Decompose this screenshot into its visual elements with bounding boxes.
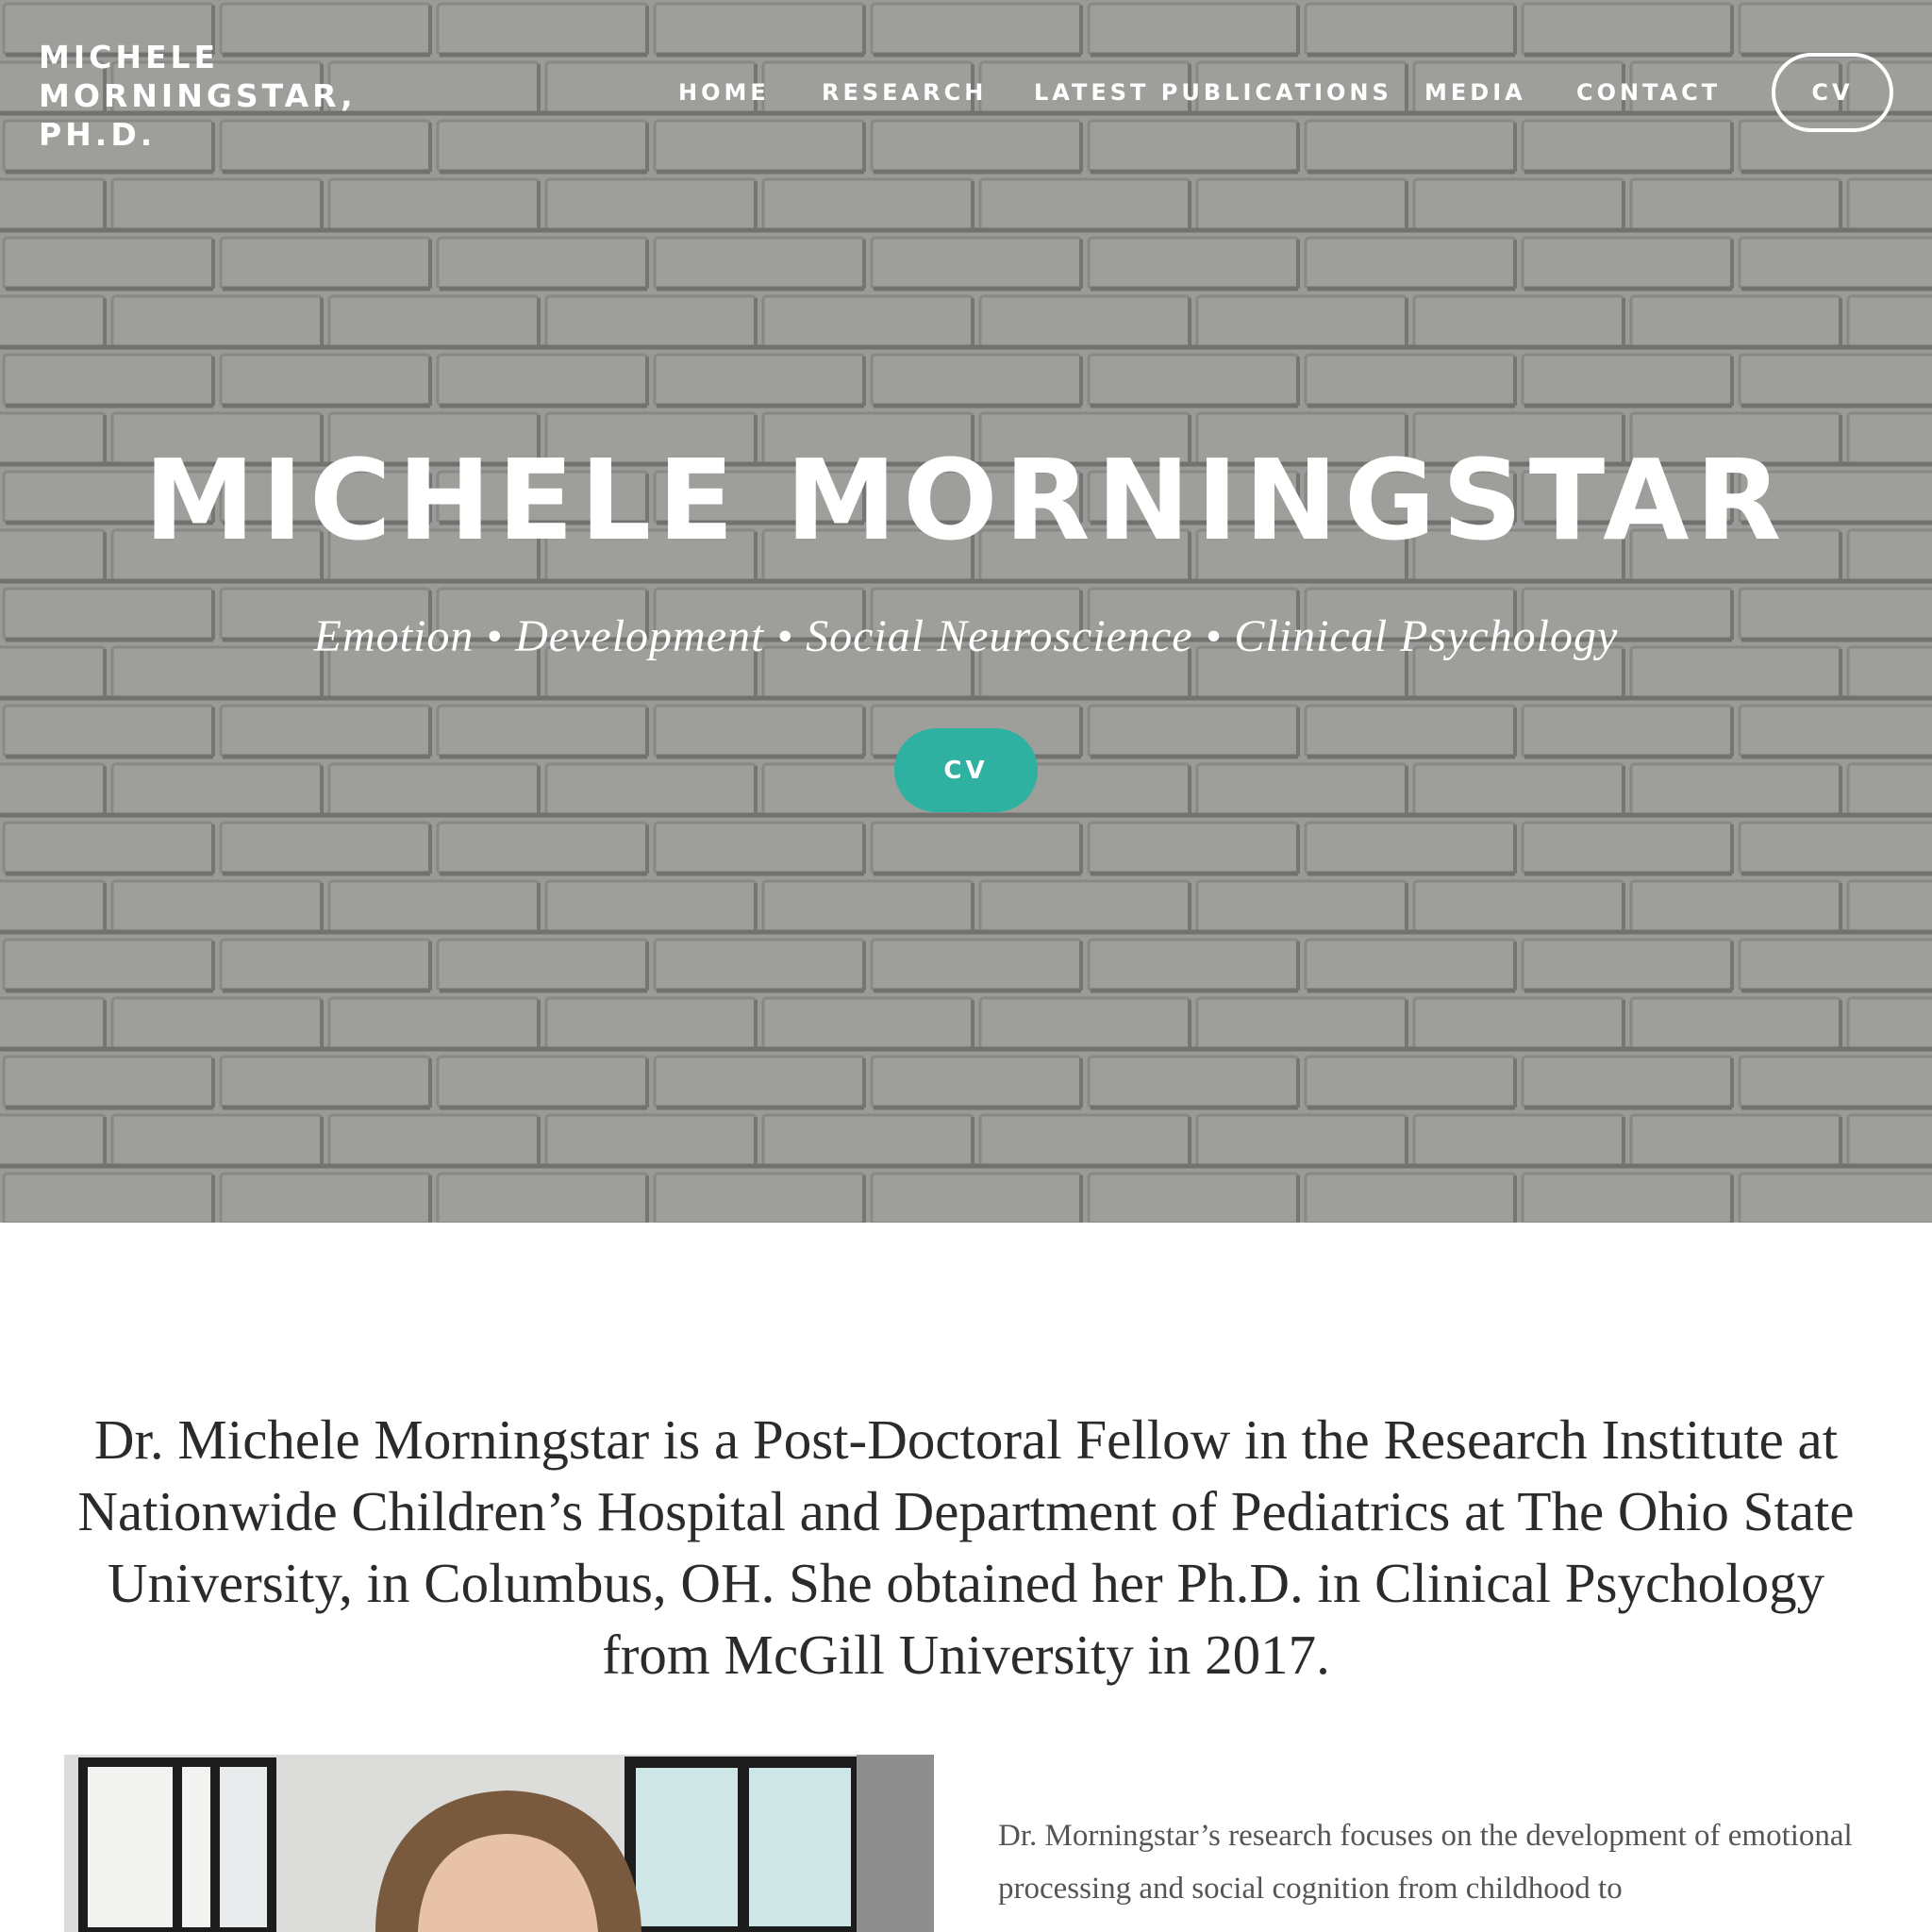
- nav-latest-publications[interactable]: LATEST PUBLICATIONS: [1034, 77, 1392, 108]
- header-cv-button[interactable]: CV: [1772, 53, 1893, 132]
- hero-heading: MICHELE MORNINGSTAR: [143, 435, 1789, 565]
- site-title-line: MICHELE: [39, 39, 220, 75]
- hero-tagline: Emotion • Development • Social Neuroscie…: [313, 611, 1619, 661]
- portrait-image: [64, 1755, 934, 1932]
- nav-home[interactable]: HOME: [678, 77, 770, 108]
- nav-contact[interactable]: CONTACT: [1576, 77, 1721, 108]
- main-nav: HOME RESEARCH LATEST PUBLICATIONS MEDIA …: [0, 77, 1932, 108]
- nav-research[interactable]: RESEARCH: [822, 77, 987, 108]
- hero-section: MICHELE MORNINGSTAR, PH.D. HOME RESEARCH…: [0, 0, 1932, 1223]
- site-title-line: PH.D.: [39, 116, 157, 153]
- intro-paragraph: Dr. Michele Morningstar is a Post-Doctor…: [77, 1408, 1855, 1686]
- portrait-photo: [64, 1755, 934, 1932]
- hero-cv-button[interactable]: CV: [894, 728, 1038, 812]
- bio-paragraph: Dr. Morningstar’s research focuses on th…: [998, 1819, 1853, 1906]
- nav-media[interactable]: MEDIA: [1424, 77, 1526, 108]
